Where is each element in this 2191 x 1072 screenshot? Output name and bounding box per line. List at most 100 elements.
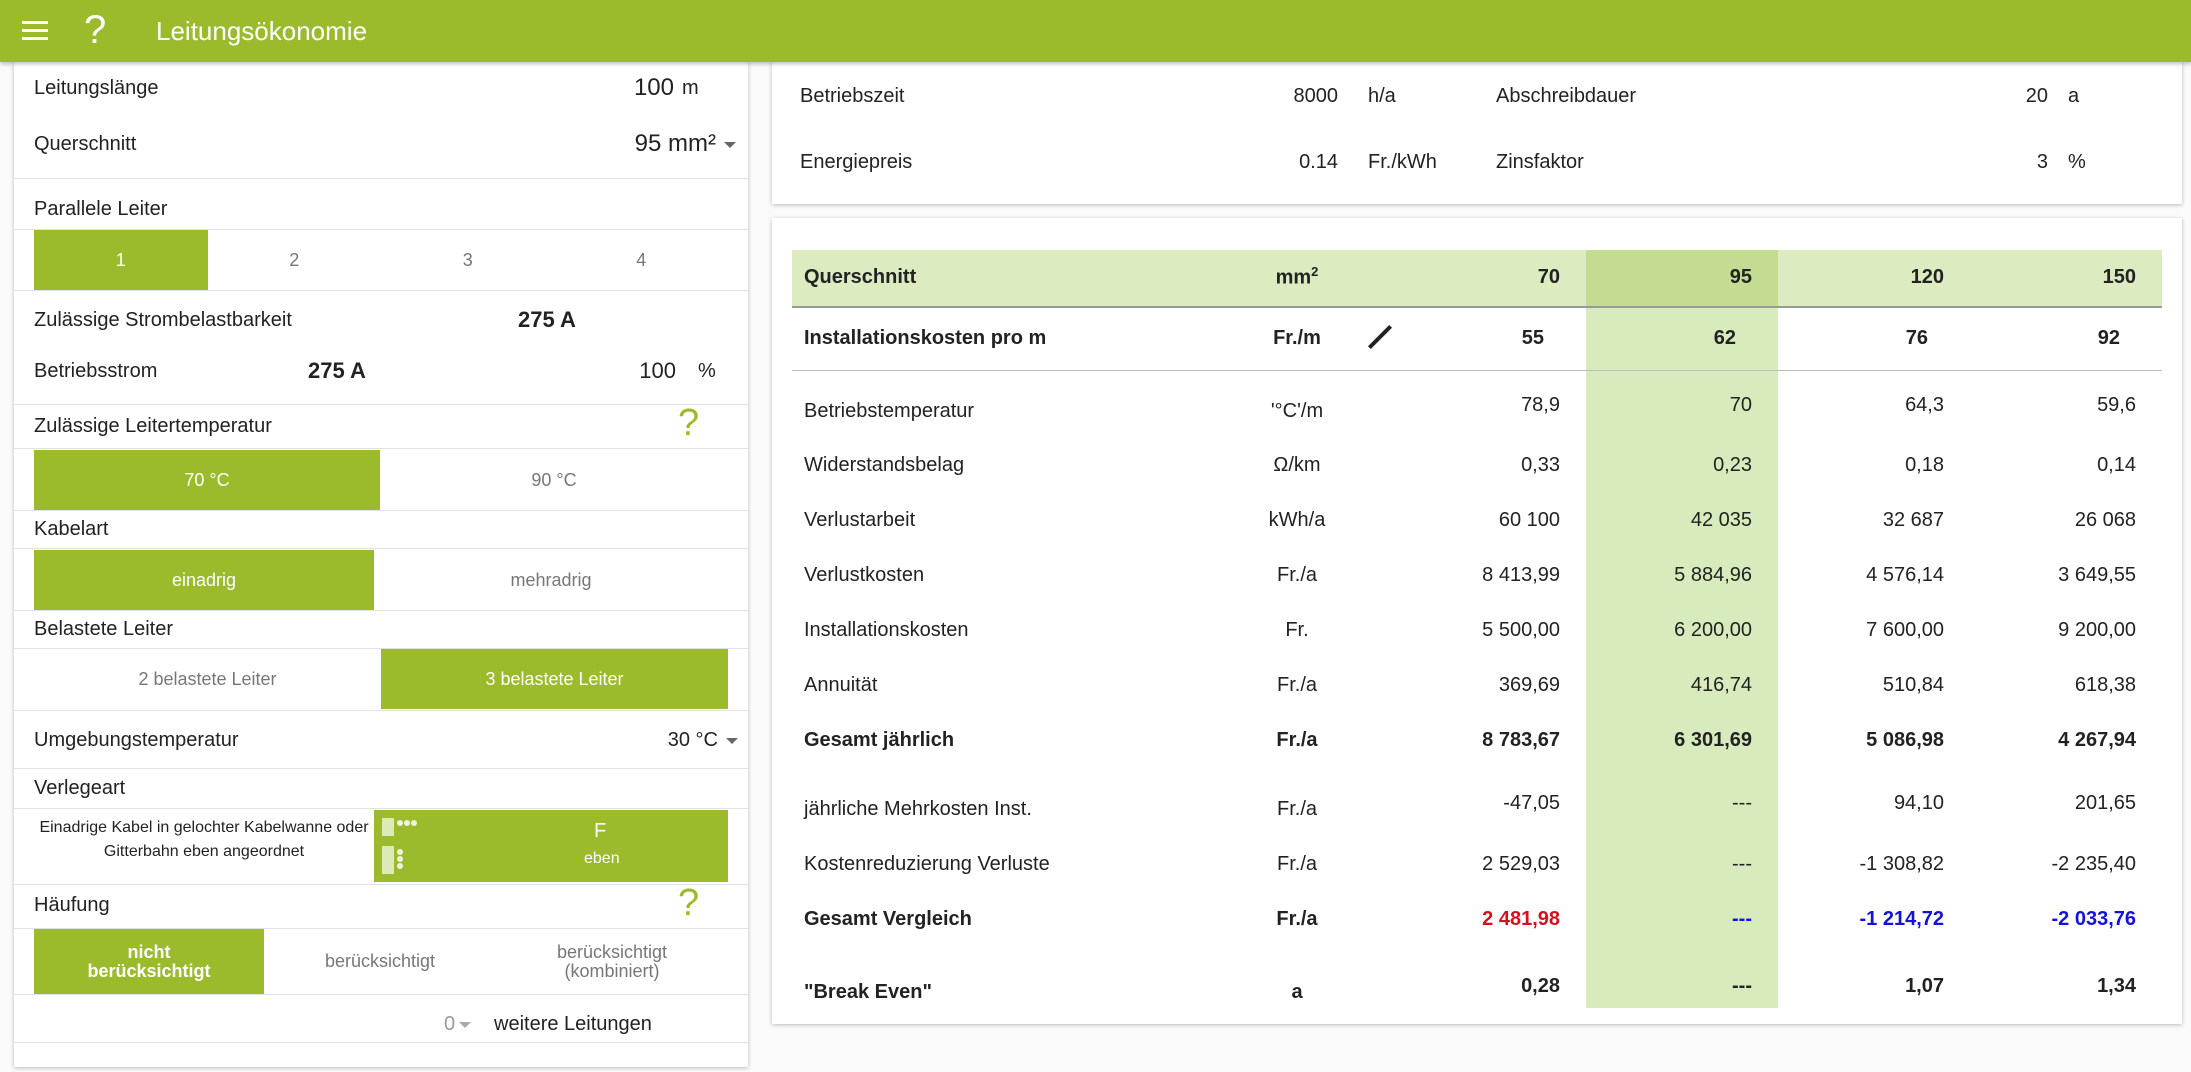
table-cell: 4 576,14 xyxy=(1866,564,1944,586)
divider xyxy=(14,768,748,769)
comparison-table: Querschnitt mm2 70 95 120 150 Installati… xyxy=(772,218,2182,1024)
table-cell: 9 200,00 xyxy=(2058,619,2136,641)
grouping-option-text: berücksichtigt xyxy=(324,951,436,971)
table-cell: 6 301,69 xyxy=(1674,729,1752,751)
install-divider xyxy=(792,370,2162,371)
loaded-option-3[interactable]: 3 belastete Leiter xyxy=(381,649,728,709)
cable-type-option-multi[interactable]: mehradrig xyxy=(374,550,728,610)
install-per-m-value[interactable]: 76 xyxy=(1768,327,1928,350)
loaded-option-2[interactable]: 2 belastete Leiter xyxy=(34,649,381,709)
table-cell: 1,34 xyxy=(2097,975,2136,997)
row-label: Widerstandsbelag xyxy=(804,454,965,476)
install-per-m-value[interactable]: 62 xyxy=(1576,327,1736,350)
laying-label: Verlegeart xyxy=(34,777,126,799)
row-unit: Fr./a xyxy=(1276,564,1317,586)
laying-code: F xyxy=(594,820,607,842)
header-col-70[interactable]: 70 xyxy=(1400,266,1560,289)
help-icon[interactable]: ? xyxy=(84,8,106,52)
header-col-150[interactable]: 150 xyxy=(1976,266,2136,289)
operating-current-percent-input[interactable]: 100 xyxy=(614,358,676,384)
grouping-option-text: berücksichtigt xyxy=(556,941,668,962)
row-label: jährliche Mehrkosten Inst. xyxy=(804,798,1032,820)
header-col-95[interactable]: 95 xyxy=(1592,266,1752,289)
divider xyxy=(14,610,748,611)
parallel-option-1[interactable]: 1 xyxy=(34,230,208,290)
input-panel: Leitungslänge 100 m Querschnitt 95 mm² P… xyxy=(14,62,748,1067)
divider xyxy=(14,994,748,995)
parallel-label: Parallele Leiter xyxy=(34,198,168,220)
row-unit: a xyxy=(1291,981,1303,1003)
laying-method-button[interactable]: F eben xyxy=(374,810,728,882)
table-cell: 0,18 xyxy=(1905,454,1944,476)
divider xyxy=(14,548,748,549)
help-icon[interactable]: ? xyxy=(678,402,699,445)
interest-label: Zinsfaktor xyxy=(1496,151,1584,173)
divider xyxy=(14,290,748,291)
grouping-option-considered[interactable]: berücksichtigt xyxy=(264,929,496,994)
parallel-option-3[interactable]: 3 xyxy=(381,230,555,290)
table-cell: -2 235,40 xyxy=(2051,853,2136,875)
header-col-120[interactable]: 120 xyxy=(1784,266,1944,289)
grouping-label: Häufung xyxy=(34,894,110,916)
depreciation-label: Abschreibdauer xyxy=(1496,85,1637,107)
ambient-temp-select[interactable]: 30 °C xyxy=(574,729,738,752)
table-cell: --- xyxy=(1732,792,1752,814)
table-cell: 618,38 xyxy=(2074,674,2136,696)
chevron-down-icon xyxy=(726,737,738,744)
table-cell: 8 413,99 xyxy=(1482,564,1560,586)
row-label: Betriebstemperatur xyxy=(804,400,975,422)
operating-time-unit: h/a xyxy=(1368,85,1396,107)
length-input[interactable]: 100 xyxy=(614,74,674,102)
table-cell: -1 214,72 xyxy=(1859,908,1944,930)
temp-option-70[interactable]: 70 °C xyxy=(34,450,380,510)
operating-time-input[interactable]: 8000 xyxy=(1172,85,1339,108)
table-cell: 7 600,00 xyxy=(1866,619,1944,641)
table-cell: 26 068 xyxy=(2074,509,2136,531)
depreciation-unit: a xyxy=(2068,85,2080,107)
cable-type-option-single[interactable]: einadrig xyxy=(34,550,374,610)
table-cell: 0,33 xyxy=(1521,454,1560,476)
grouping-option-combined[interactable]: berücksichtigt (kombiniert) xyxy=(496,929,728,994)
parallel-option-2[interactable]: 2 xyxy=(208,230,382,290)
temp-option-90[interactable]: 90 °C xyxy=(380,450,728,510)
energy-price-input[interactable]: 0.14 xyxy=(1172,151,1338,174)
section-select[interactable]: 95 mm² xyxy=(614,130,736,158)
depreciation-input[interactable]: 20 xyxy=(1952,85,2048,108)
table-cell: 0,14 xyxy=(2097,454,2136,476)
parallel-option-4[interactable]: 4 xyxy=(555,230,729,290)
header-section-label: Querschnitt xyxy=(804,266,917,288)
row-unit: Fr./a xyxy=(1276,853,1317,875)
operating-current-value: 275 A xyxy=(308,358,366,383)
menu-icon[interactable] xyxy=(22,19,50,43)
laying-description: Einadrige Kabel in gelochter Kabelwanne … xyxy=(34,816,374,864)
grouping-option-text: (kombiniert) xyxy=(564,960,660,981)
grouping-option-none[interactable]: nicht berücksichtigt xyxy=(34,929,264,994)
row-label: Installationskosten xyxy=(804,619,969,641)
table-cell: 59,6 xyxy=(2097,394,2136,416)
table-cell: 60 100 xyxy=(1498,509,1560,531)
install-per-m-value[interactable]: 55 xyxy=(1384,327,1544,350)
help-icon[interactable]: ? xyxy=(678,882,699,925)
table-cell: 78,9 xyxy=(1521,394,1560,416)
energy-price-unit: Fr./kWh xyxy=(1368,151,1437,173)
table-cell: 3 649,55 xyxy=(2058,564,2136,586)
install-per-m-value[interactable]: 92 xyxy=(1960,327,2120,350)
table-cell: -47,05 xyxy=(1503,792,1560,814)
laying-description-line1: Einadrige Kabel in gelochter Kabelwanne … xyxy=(39,819,369,836)
table-cell: 5 500,00 xyxy=(1482,619,1560,641)
conductor-temp-label: Zulässige Leitertemperatur xyxy=(34,415,272,437)
row-unit: Fr./a xyxy=(1276,798,1317,820)
row-unit: Ω/km xyxy=(1273,454,1321,476)
interest-input[interactable]: 3 xyxy=(1952,151,2048,174)
loaded-conductors-selector: 2 belastete Leiter 3 belastete Leiter xyxy=(34,649,728,709)
divider xyxy=(14,884,748,885)
chevron-down-icon xyxy=(459,1021,472,1028)
divider xyxy=(14,448,748,449)
ambient-temp-label: Umgebungstemperatur xyxy=(34,729,239,751)
table-cell: 94,10 xyxy=(1893,792,1944,814)
divider xyxy=(14,710,748,711)
more-lines-select[interactable]: 0 xyxy=(444,1013,472,1036)
table-cell: 201,65 xyxy=(2074,792,2136,814)
row-unit: kWh/a xyxy=(1268,509,1326,531)
energy-price-label: Energiepreis xyxy=(800,151,913,173)
